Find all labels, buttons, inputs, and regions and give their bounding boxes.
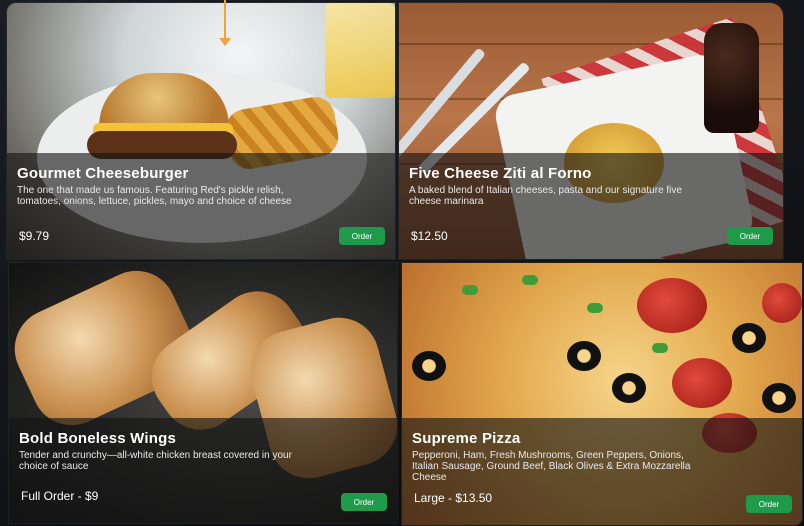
item-title: Five Cheese Ziti al Forno: [409, 165, 592, 182]
item-title: Gourmet Cheeseburger: [17, 165, 189, 182]
item-description: The one that made us famous. Featuring R…: [17, 185, 292, 207]
pepperoni: [672, 358, 732, 408]
order-button[interactable]: Order: [341, 493, 387, 511]
item-price: Large - $13.50: [414, 491, 493, 505]
menu-screen: Gourmet Cheeseburger The one that made u…: [0, 0, 804, 526]
item-description: Tender and crunchy—all-white chicken bre…: [19, 450, 292, 472]
olive: [567, 341, 601, 371]
item-info-panel: Supreme Pizza Pepperoni, Ham, Fresh Mush…: [402, 418, 802, 525]
juice-glass: [325, 3, 395, 98]
item-info-panel: Bold Boneless Wings Tender and crunchy—a…: [9, 418, 397, 523]
green-pepper: [587, 303, 603, 313]
item-info-panel: Gourmet Cheeseburger The one that made u…: [7, 153, 395, 259]
menu-item-ziti[interactable]: Five Cheese Ziti al Forno A baked blend …: [398, 2, 784, 260]
item-price: $12.50: [411, 229, 448, 243]
pepperoni: [762, 283, 802, 323]
green-pepper: [522, 275, 538, 285]
menu-item-cheeseburger[interactable]: Gourmet Cheeseburger The one that made u…: [6, 2, 396, 260]
olive: [732, 323, 766, 353]
menu-item-pizza[interactable]: Supreme Pizza Pepperoni, Ham, Fresh Mush…: [401, 262, 803, 526]
item-title: Bold Boneless Wings: [19, 430, 177, 447]
order-button[interactable]: Order: [746, 495, 792, 513]
green-pepper: [462, 285, 478, 295]
green-pepper: [652, 343, 668, 353]
item-price: Full Order - $9: [21, 489, 99, 503]
item-description: Pepperoni, Ham, Fresh Mushrooms, Green P…: [412, 450, 691, 483]
arrow-down-icon: [219, 38, 231, 46]
item-description: A baked blend of Italian cheeses, pasta …: [409, 185, 682, 207]
arrow-down-icon: [224, 0, 226, 40]
olive: [612, 373, 646, 403]
order-button[interactable]: Order: [339, 227, 385, 245]
item-price: $9.79: [19, 229, 50, 243]
item-info-panel: Five Cheese Ziti al Forno A baked blend …: [399, 153, 783, 259]
order-button[interactable]: Order: [727, 227, 773, 245]
olive: [762, 383, 796, 413]
item-title: Supreme Pizza: [412, 430, 521, 447]
pepperoni: [637, 278, 707, 333]
olive: [412, 351, 446, 381]
menu-item-wings[interactable]: Bold Boneless Wings Tender and crunchy—a…: [8, 262, 398, 524]
bottle: [704, 23, 759, 133]
